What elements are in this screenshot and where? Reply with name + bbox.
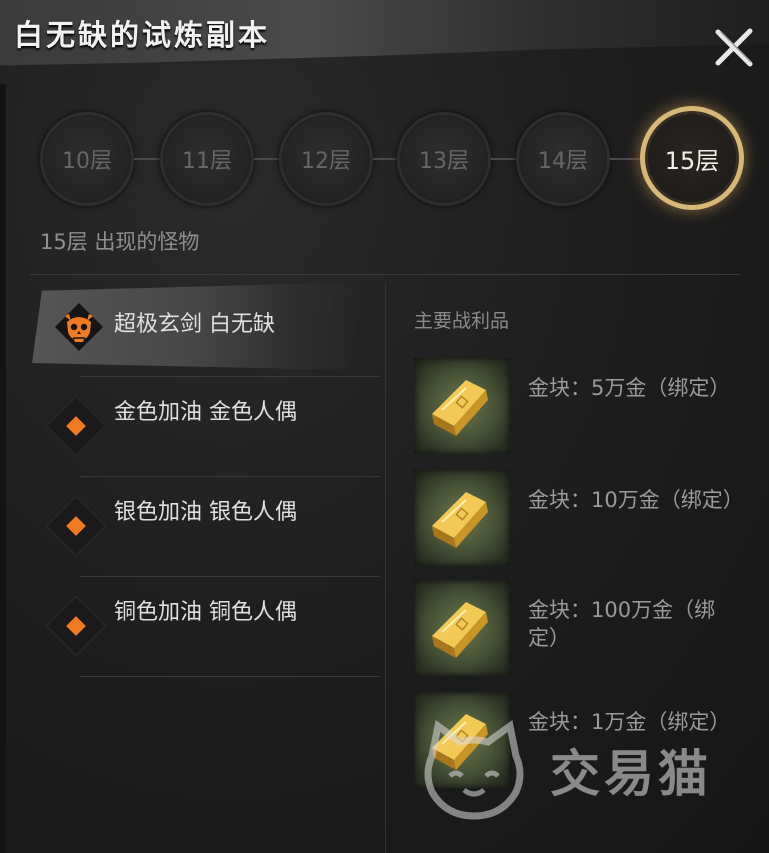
level-13-button[interactable]: 13层: [397, 112, 491, 206]
orange-diamond-icon: [47, 397, 105, 455]
orange-diamond-icon: [47, 597, 105, 655]
level-connector: [134, 158, 160, 160]
loot-item[interactable]: 金块：5万金（绑定）: [414, 358, 744, 454]
monster-name: 铜色加油 铜色人偶: [114, 600, 297, 625]
row-divider: [80, 576, 380, 577]
level-11-button[interactable]: 11层: [160, 112, 254, 206]
close-icon: [715, 28, 753, 67]
level-label: 13层: [419, 149, 469, 174]
level-connector: [373, 158, 399, 160]
level-caption: 15层 出现的怪物: [40, 230, 200, 254]
level-12-button[interactable]: 12层: [279, 112, 373, 206]
level-15-button[interactable]: 15层: [640, 106, 744, 210]
monster-item[interactable]: 金色加油 金色人偶: [32, 380, 380, 477]
loot-item[interactable]: 金块：100万金（绑定）: [414, 580, 744, 676]
loot-item[interactable]: 金块：10万金（绑定）: [414, 470, 744, 566]
monster-name: 金色加油 金色人偶: [114, 400, 297, 425]
watermark-text: 交易猫: [550, 745, 712, 803]
level-selector: 10层 11层 12层 13层 14层 15层: [40, 106, 744, 210]
level-connector: [610, 158, 640, 160]
cat-logo-icon: [424, 719, 524, 820]
loot-heading: 主要战利品: [414, 310, 510, 332]
demon-skull-icon: [54, 302, 104, 352]
row-divider: [80, 376, 380, 377]
panel-title: 白无缺的试炼副本: [14, 18, 271, 52]
loot-text: 金块：10万金（绑定）: [528, 488, 744, 512]
level-10-button[interactable]: 10层: [40, 112, 134, 206]
dungeon-panel: 白无缺的试炼副本 10层 11层 12层 13层 14层 15层 15层 出现的…: [0, 0, 769, 853]
monster-name: 银色加油 银色人偶: [114, 500, 297, 525]
level-label: 15层: [664, 146, 720, 175]
level-label: 14层: [538, 149, 588, 174]
level-connector: [254, 158, 280, 160]
gold-bar-icon: [414, 470, 510, 566]
row-divider: [80, 676, 380, 677]
monster-item[interactable]: 银色加油 银色人偶: [32, 480, 380, 577]
watermark: 交易猫: [418, 712, 758, 830]
close-button[interactable]: [713, 26, 755, 68]
section-divider: [30, 274, 740, 275]
monster-name: 超极玄剑 白无缺: [114, 312, 275, 337]
loot-text: 金块：100万金（绑定）: [528, 598, 716, 650]
gold-bar-icon: [414, 358, 510, 454]
level-label: 12层: [301, 149, 351, 174]
loot-text: 金块：5万金（绑定）: [528, 376, 731, 400]
orange-diamond-icon: [47, 497, 105, 555]
gold-bar-icon: [414, 580, 510, 676]
column-divider: [385, 282, 386, 853]
left-border: [0, 84, 6, 853]
level-14-button[interactable]: 14层: [516, 112, 610, 206]
row-divider: [80, 476, 380, 477]
level-label: 10层: [62, 149, 112, 174]
monster-item[interactable]: 铜色加油 铜色人偶: [32, 580, 380, 677]
monster-item-boss[interactable]: 超极玄剑 白无缺: [32, 282, 380, 377]
level-label: 11层: [182, 149, 232, 174]
level-connector: [491, 158, 517, 160]
